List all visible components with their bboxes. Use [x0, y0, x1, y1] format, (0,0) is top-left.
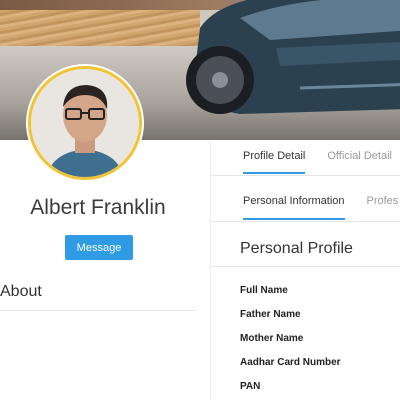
tab-personal-information[interactable]: Personal Information — [243, 195, 345, 220]
car-image — [186, 0, 400, 114]
profile-name: Albert Franklin — [30, 196, 166, 219]
section-title: Personal Profile — [240, 240, 353, 257]
field-label-full-name: Full Name — [240, 285, 288, 296]
profile-fields: Full Name Father Name Mother Name Aadhar… — [240, 284, 341, 404]
detail-subtabs: Personal Information Profes — [243, 195, 400, 220]
about-divider — [0, 310, 196, 311]
tab-official-detail[interactable]: Official Detail — [327, 150, 392, 174]
subtabs-divider — [211, 221, 400, 222]
field-label-pan: PAN — [240, 381, 261, 392]
about-heading: About — [0, 283, 42, 300]
tab-professional[interactable]: Profes — [367, 195, 399, 220]
field-label-mother-name: Mother Name — [240, 333, 304, 344]
avatar — [28, 66, 142, 180]
column-divider — [210, 140, 211, 400]
profile-tabs: Profile Detail Official Detail — [243, 150, 400, 174]
field-label-aadhar: Aadhar Card Number — [240, 357, 341, 368]
field-label-father-name: Father Name — [240, 309, 301, 320]
tab-profile-detail[interactable]: Profile Detail — [243, 150, 306, 174]
section-divider — [211, 266, 400, 267]
cover-gravel — [0, 10, 200, 46]
tabs-divider — [211, 175, 400, 176]
avatar-portrait — [31, 69, 139, 177]
message-button[interactable]: Message — [65, 235, 133, 260]
